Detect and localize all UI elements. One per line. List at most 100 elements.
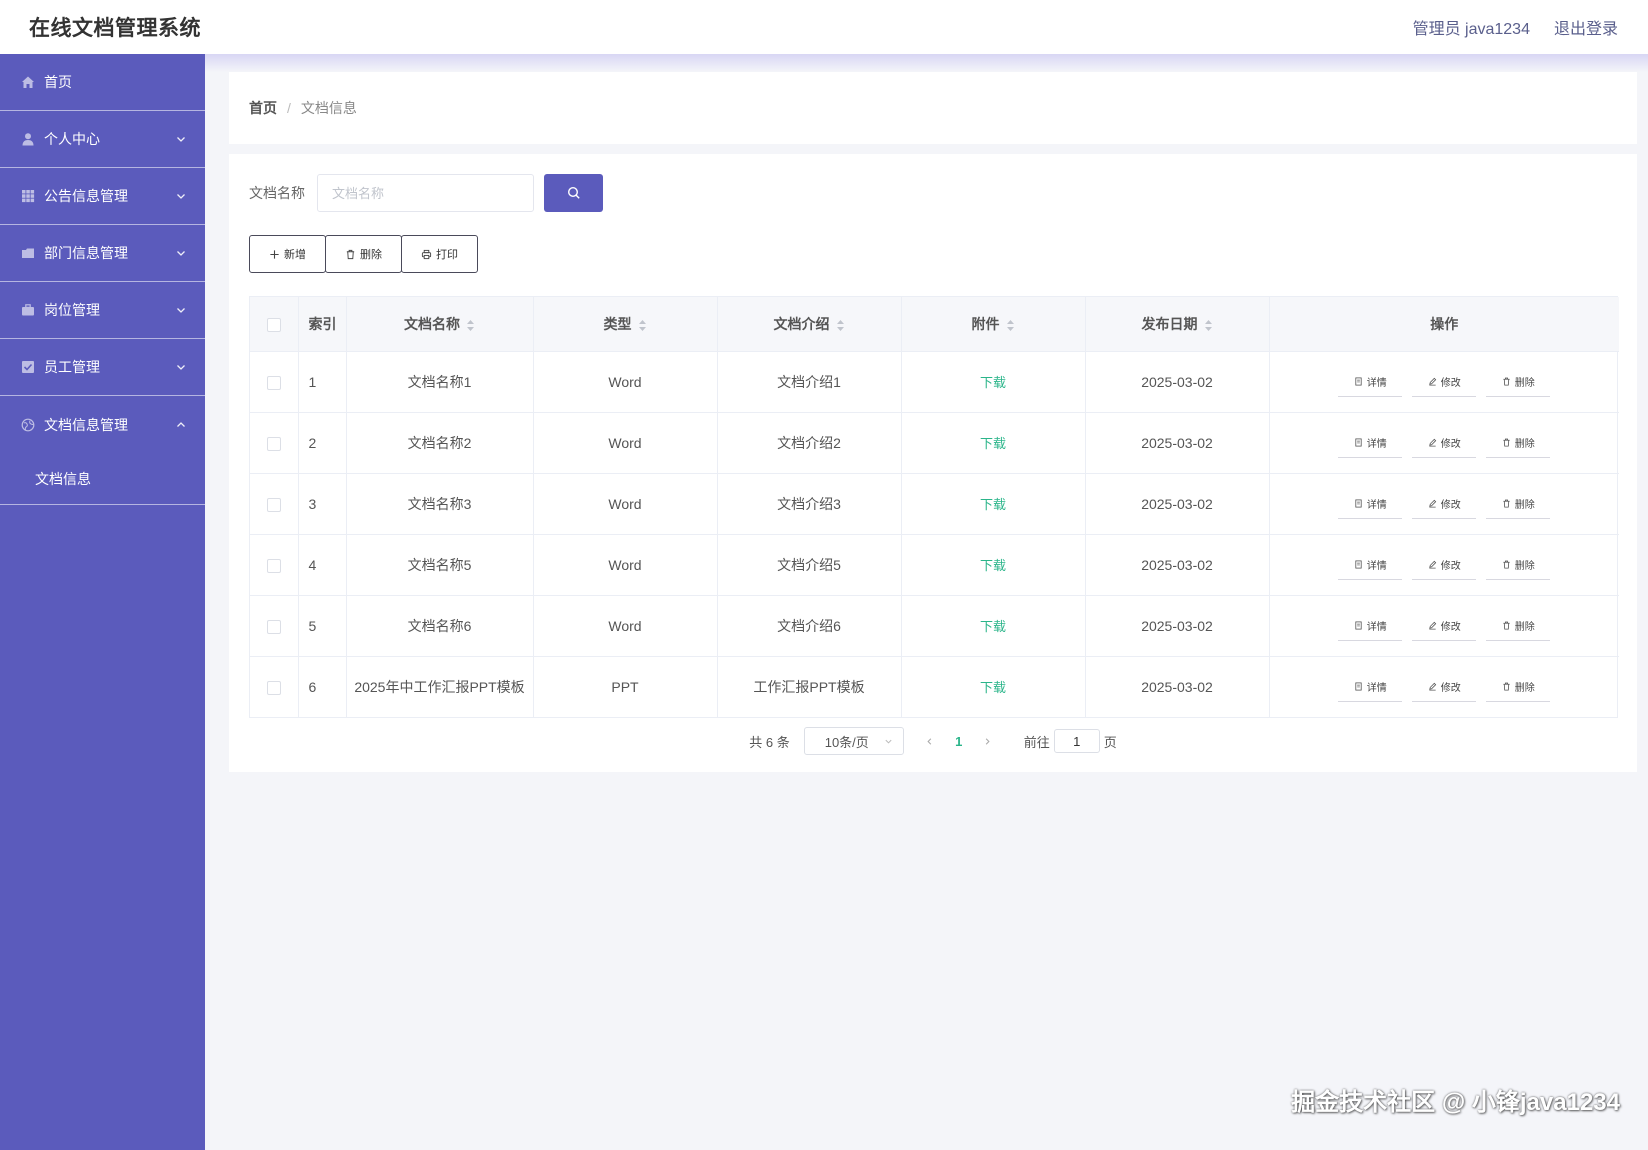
- sidebar-item-personal[interactable]: 个人中心: [0, 111, 205, 168]
- sidebar-item-positions[interactable]: 岗位管理: [0, 282, 205, 339]
- briefcase-icon: [20, 303, 35, 318]
- search-input[interactable]: [317, 174, 534, 212]
- row-delete-button[interactable]: 删除: [1486, 367, 1551, 397]
- sidebar-item-home[interactable]: 首页: [0, 54, 205, 111]
- sidebar-item-employees[interactable]: 员工管理: [0, 339, 205, 396]
- row-checkbox[interactable]: [266, 680, 281, 695]
- row-checkbox[interactable]: [266, 558, 281, 573]
- chevron-right-icon: [985, 737, 990, 745]
- row-select-cell: [250, 473, 299, 535]
- page-size-select[interactable]: 10条/页: [803, 727, 904, 755]
- column-header-label: 文档名称: [404, 315, 460, 332]
- column-header-date[interactable]: 发布日期: [1085, 297, 1270, 352]
- row-delete-label: 删除: [1514, 621, 1535, 633]
- document-icon: [1355, 620, 1362, 630]
- detail-label: 详情: [1366, 377, 1387, 389]
- watermark: 掘金技术社区 @ 小锋java1234: [1291, 1089, 1620, 1116]
- logout-link[interactable]: 退出登录: [1554, 15, 1618, 39]
- chevron-down-icon: [177, 308, 185, 313]
- trash-icon: [1503, 560, 1510, 569]
- print-button[interactable]: 打印: [401, 235, 478, 273]
- chevron-down-icon: [885, 739, 892, 744]
- row-delete-button[interactable]: 删除: [1486, 672, 1551, 702]
- goto-page-input[interactable]: [1053, 729, 1100, 753]
- cell-ops: 详情 修改 删除: [1269, 473, 1619, 535]
- row-delete-button[interactable]: 删除: [1486, 550, 1551, 580]
- cell-name: 2025年中工作汇报PPT模板: [346, 656, 534, 717]
- row-checkbox[interactable]: [266, 619, 281, 634]
- delete-button-label: 删除: [360, 249, 382, 261]
- cell-attachment: 下载: [901, 656, 1086, 717]
- column-header-intro[interactable]: 文档介绍: [717, 297, 902, 352]
- detail-button[interactable]: 详情: [1338, 550, 1403, 580]
- detail-button[interactable]: 详情: [1338, 672, 1403, 702]
- chevron-left-icon: [927, 737, 932, 745]
- sidebar-item-departments[interactable]: 部门信息管理: [0, 225, 205, 282]
- edit-label: 修改: [1440, 499, 1461, 511]
- row-select-cell: [250, 595, 299, 657]
- detail-button[interactable]: 详情: [1338, 489, 1403, 519]
- download-link[interactable]: 下载: [980, 619, 1006, 634]
- edit-label: 修改: [1440, 438, 1461, 450]
- edit-button[interactable]: 修改: [1412, 611, 1477, 641]
- sidebar-item-label: 员工管理: [44, 359, 100, 375]
- breadcrumb-home-link[interactable]: 首页: [249, 98, 277, 118]
- download-link[interactable]: 下载: [980, 436, 1006, 451]
- detail-label: 详情: [1366, 682, 1387, 694]
- trash-icon: [1503, 499, 1510, 508]
- sidebar-item-label: 部门信息管理: [44, 245, 128, 261]
- page-number-current[interactable]: 1: [944, 734, 974, 749]
- table-row: 2 文档名称2 Word 文档介绍2 下载 2025-03-02 详情 修改 删除: [250, 412, 1619, 474]
- download-link[interactable]: 下载: [980, 375, 1006, 390]
- row-checkbox[interactable]: [266, 436, 281, 451]
- detail-button[interactable]: 详情: [1338, 611, 1403, 641]
- column-header-label: 类型: [603, 315, 632, 332]
- column-header-name[interactable]: 文档名称: [346, 297, 534, 352]
- current-user[interactable]: 管理员 java1234: [1413, 15, 1530, 39]
- row-select-cell: [250, 656, 299, 717]
- detail-button[interactable]: 详情: [1338, 367, 1403, 397]
- cell-type: PPT: [533, 656, 718, 717]
- add-button[interactable]: 新增: [249, 235, 326, 273]
- batch-delete-button[interactable]: 删除: [325, 235, 402, 273]
- plus-icon: [270, 249, 279, 259]
- row-delete-button[interactable]: 删除: [1486, 428, 1551, 458]
- table-row: 3 文档名称3 Word 文档介绍3 下载 2025-03-02 详情 修改 删除: [250, 473, 1619, 535]
- cell-intro: 文档介绍3: [717, 473, 902, 535]
- download-link[interactable]: 下载: [980, 680, 1006, 695]
- column-header-attachment[interactable]: 附件: [901, 297, 1086, 352]
- breadcrumb-current: 文档信息: [300, 100, 357, 116]
- row-select-cell: [250, 534, 299, 596]
- column-header-type[interactable]: 类型: [533, 297, 718, 352]
- download-link[interactable]: 下载: [980, 558, 1006, 573]
- cell-intro: 文档介绍5: [717, 534, 902, 596]
- edit-button[interactable]: 修改: [1412, 367, 1477, 397]
- sidebar-item-notices[interactable]: 公告信息管理: [0, 168, 205, 225]
- cell-index: 5: [298, 595, 347, 657]
- row-checkbox[interactable]: [266, 375, 281, 390]
- edit-button[interactable]: 修改: [1412, 428, 1477, 458]
- select-all-cell: [250, 297, 299, 352]
- row-delete-button[interactable]: 删除: [1486, 611, 1551, 641]
- edit-button[interactable]: 修改: [1412, 672, 1477, 702]
- search-label: 文档名称: [249, 185, 305, 201]
- sidebar-subitem-document-info[interactable]: 文档信息: [0, 453, 205, 505]
- search-button[interactable]: [544, 174, 603, 212]
- next-page-button[interactable]: [974, 734, 1002, 749]
- prev-page-button[interactable]: [916, 734, 944, 749]
- edit-button[interactable]: 修改: [1412, 489, 1477, 519]
- download-link[interactable]: 下载: [980, 497, 1006, 512]
- cell-ops: 详情 修改 删除: [1269, 534, 1619, 596]
- pagination: 共 6 条 10条/页 1 前往 页: [229, 727, 1637, 755]
- trash-icon: [346, 249, 355, 259]
- sidebar-item-documents[interactable]: 文档信息管理: [0, 396, 205, 453]
- row-checkbox[interactable]: [266, 497, 281, 512]
- select-all-checkbox[interactable]: [266, 317, 281, 332]
- goto-page: 前往 页: [1024, 729, 1117, 753]
- row-delete-button[interactable]: 删除: [1486, 489, 1551, 519]
- table-row: 4 文档名称5 Word 文档介绍5 下载 2025-03-02 详情 修改 删除: [250, 534, 1619, 596]
- detail-button[interactable]: 详情: [1338, 428, 1403, 458]
- search-bar: 文档名称: [249, 174, 603, 212]
- edit-button[interactable]: 修改: [1412, 550, 1477, 580]
- row-delete-label: 删除: [1514, 682, 1535, 694]
